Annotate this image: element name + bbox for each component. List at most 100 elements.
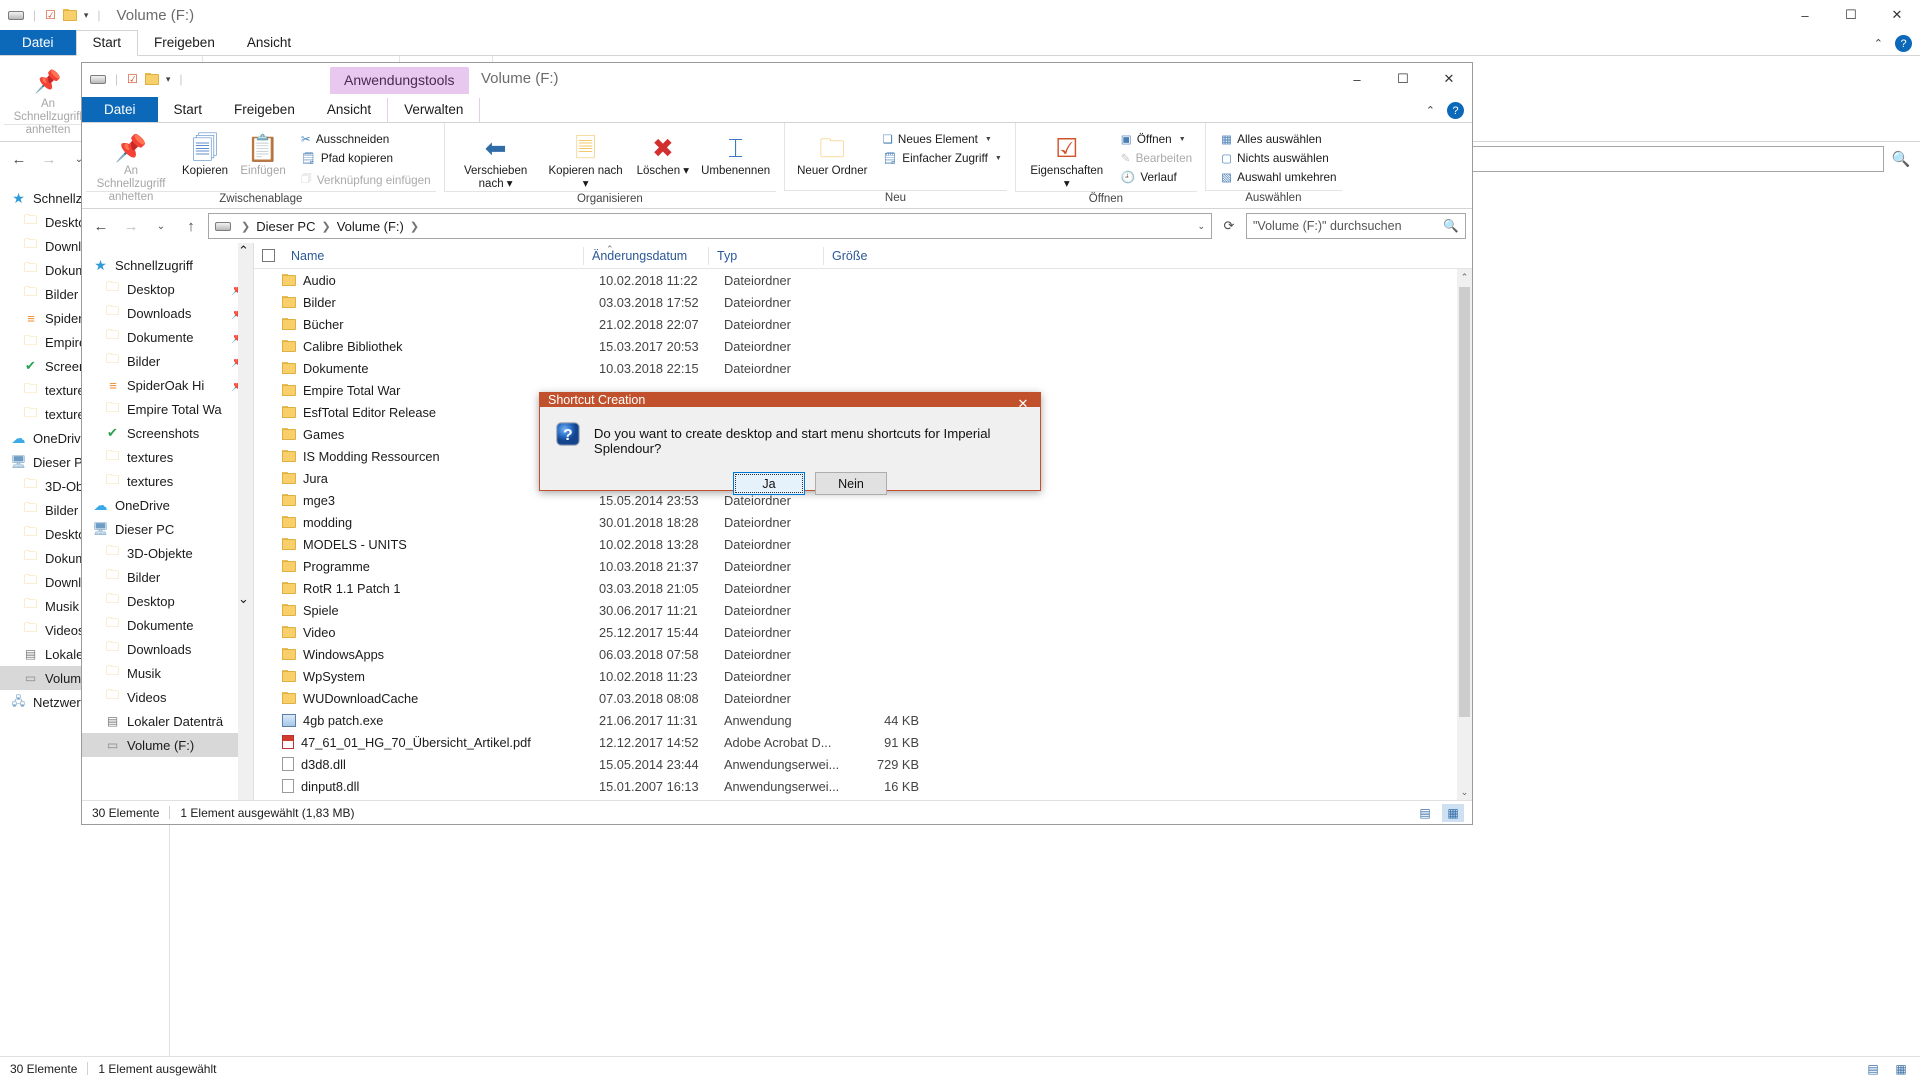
ribbon-button-nichts-auswählen[interactable]: ▢ Nichts auswählen (1216, 149, 1341, 167)
scroll-up-icon[interactable]: ⌃ (238, 243, 253, 259)
scroll-up-icon[interactable]: ⌃ (1457, 269, 1472, 285)
fg-address-bar[interactable]: ← → ⌄ ↑ ❯ Dieser PC ❯ Volume (F:) ❯ ⌄ ⟳ … (82, 209, 1472, 243)
fg-nav-scrollbar[interactable]: ⌃ ⌄ (238, 243, 253, 800)
bg-tiles-view-icon[interactable]: ▦ (1890, 1060, 1912, 1078)
nav-item-textures[interactable]: 🗀 textures (82, 445, 253, 469)
nav-item-textures[interactable]: 🗀 textures (82, 469, 253, 493)
nav-item-dieser-pc[interactable]: 🖥 Dieser PC (82, 517, 253, 541)
bg-forward-button[interactable]: → (36, 146, 62, 172)
ribbon-button-auswahl-umkehren[interactable]: ▧ Auswahl umkehren (1216, 168, 1341, 186)
fg-minimize-button[interactable]: – (1334, 63, 1380, 95)
scroll-thumb[interactable] (238, 261, 253, 591)
cell-name[interactable]: WUDownloadCache (254, 691, 599, 706)
table-row[interactable]: Programme 10.03.2018 21:37 Dateiordner (254, 555, 1472, 577)
search-icon[interactable]: 🔍 (1443, 219, 1459, 234)
ribbon-button-einfügen[interactable]: 📋 Einfügen (234, 129, 292, 180)
table-row[interactable]: dinput8.dll 15.01.2007 16:13 Anwendungserw… (254, 775, 1472, 797)
fg-up-button[interactable]: ↑ (178, 213, 204, 239)
ribbon-button-öffnen[interactable]: ▣ Öffnen ▼ (1116, 130, 1197, 148)
cell-name[interactable]: Dokumente (254, 361, 599, 376)
table-row[interactable]: d3d8.dll 15.05.2014 23:44 Anwendungserwei.… (254, 753, 1472, 775)
dialog-buttons[interactable]: Ja Nein (556, 472, 1024, 495)
bg-tab-datei[interactable]: Datei (0, 30, 76, 55)
ribbon-button-kopieren[interactable]: 🗐 Kopieren (176, 129, 234, 180)
chevron-down-icon[interactable]: ▾ (166, 74, 171, 85)
table-row[interactable]: WUDownloadCache 07.03.2018 08:08 Dateiordn… (254, 687, 1472, 709)
ribbon-button-ausschneiden[interactable]: ✂ Ausschneiden (296, 130, 436, 148)
fg-file-rows[interactable]: ⌃ ⌄ Audio 10.02.2018 11:22 Dateiordner Bild… (254, 269, 1472, 800)
bg-minimize-button[interactable]: – (1782, 0, 1828, 30)
ribbon-button-verknüpfung-einfügen[interactable]: 🗇 Verknüpfung einfügen (296, 168, 436, 192)
ribbon-button-kopieren-nach[interactable]: 🗏 Kopieren nach ▾ (541, 129, 631, 193)
fg-recent-locations-button[interactable]: ⌄ (148, 213, 174, 239)
table-row[interactable]: Audio 10.02.2018 11:22 Dateiordner (254, 269, 1472, 291)
nav-item-volume-f[interactable]: ▭ Volume (F:) (82, 733, 253, 757)
fg-refresh-button[interactable]: ⟳ (1216, 213, 1242, 239)
table-row[interactable]: MODELS - UNITS 10.02.2018 13:28 Dateiordne… (254, 533, 1472, 555)
chevron-down-icon[interactable]: ▾ (84, 10, 89, 21)
nav-item-bilder[interactable]: 🗀 Bilder (82, 565, 253, 589)
fg-column-headers[interactable]: Name Änderungsdatum Typ Größe ⌃ (254, 243, 1472, 269)
ribbon-button-alles-auswählen[interactable]: ▦ Alles auswählen (1216, 130, 1341, 148)
column-header-type[interactable]: Typ (708, 246, 823, 265)
nav-item-bilder[interactable]: 🗀Bilder📌 (82, 349, 253, 373)
fg-caption-buttons[interactable]: – ☐ ✕ (1334, 63, 1472, 95)
fg-quick-access-toolbar[interactable]: | ☑ ▾ | (90, 72, 185, 86)
column-header-size[interactable]: Größe (823, 246, 908, 265)
fg-maximize-button[interactable]: ☐ (1380, 63, 1426, 95)
cell-name[interactable]: WindowsApps (254, 647, 599, 662)
fg-back-button[interactable]: ← (88, 213, 114, 239)
table-row[interactable]: modding 30.01.2018 18:28 Dateiordner (254, 511, 1472, 533)
nav-item-dokumente[interactable]: 🗀Dokumente📌 (82, 325, 253, 349)
table-row[interactable]: RotR 1.1 Patch 1 03.03.2018 21:05 Dateiord… (254, 577, 1472, 599)
fg-file-scrollbar[interactable]: ⌃ ⌄ (1457, 269, 1472, 800)
fg-tab-verwalten[interactable]: Verwalten (387, 98, 481, 122)
nav-item-videos[interactable]: 🗀 Videos (82, 685, 253, 709)
bg-ribbon-tabs[interactable]: Datei Start Freigeben Ansicht ⌃ ? (0, 30, 1920, 56)
ribbon-button-verschieben-nach[interactable]: ⬅ Verschieben nach ▾ (451, 129, 541, 193)
bg-close-button[interactable]: ✕ (1874, 0, 1920, 30)
dialog-ja-button[interactable]: Ja (733, 472, 805, 495)
nav-item-downloads[interactable]: 🗀 Downloads (82, 637, 253, 661)
nav-item-onedrive[interactable]: ☁ OneDrive (82, 493, 253, 517)
nav-item-dokumente[interactable]: 🗀 Dokumente (82, 613, 253, 637)
nav-item-lokaler-datentr[interactable]: ▤ Lokaler Datenträ (82, 709, 253, 733)
nav-item-schnellzugriff[interactable]: ★ Schnellzugriff (82, 253, 253, 277)
bg-view-buttons[interactable]: ▤ ▦ (1862, 1060, 1912, 1078)
ribbon-button-neues-element[interactable]: ❏ Neues Element ▼ (877, 130, 1006, 148)
fg-close-button[interactable]: ✕ (1426, 63, 1472, 95)
ribbon-button-löschen[interactable]: ✖ Löschen ▾ (631, 129, 695, 180)
dialog-close-button[interactable]: ✕ (1006, 393, 1040, 415)
ribbon-button-verlauf[interactable]: 🕘 Verlauf (1116, 168, 1197, 186)
column-header-date[interactable]: Änderungsdatum (583, 246, 708, 265)
bg-back-button[interactable]: ← (6, 146, 32, 172)
ribbon-button-pfad-kopieren[interactable]: 🗒 Pfad kopieren (296, 149, 436, 167)
fg-help-icon[interactable]: ? (1447, 102, 1464, 119)
fg-details-view-icon[interactable]: ▤ (1414, 804, 1436, 822)
dialog-nein-button[interactable]: Nein (815, 472, 887, 495)
cell-name[interactable]: WpSystem (254, 669, 599, 684)
fg-file-pane[interactable]: Name Änderungsdatum Typ Größe ⌃ ⌃ ⌄ Audi… (254, 243, 1472, 800)
fg-titlebar[interactable]: | ☑ ▾ | Anwendungstools Volume (F:) – ☐ … (82, 63, 1472, 95)
fg-collapse-ribbon-icon[interactable]: ⌃ (1426, 104, 1435, 117)
nav-item-spideroak-hi[interactable]: ≡SpiderOak Hi📌 (82, 373, 253, 397)
dialog-title-bar[interactable]: Shortcut Creation ✕ (540, 393, 1040, 411)
bg-details-view-icon[interactable]: ▤ (1862, 1060, 1884, 1078)
table-row[interactable]: WindowsApps 06.03.2018 07:58 Dateiordner (254, 643, 1472, 665)
cell-name[interactable]: RotR 1.1 Patch 1 (254, 581, 599, 596)
properties-icon[interactable]: ☑ (127, 72, 138, 86)
table-row[interactable]: Calibre Bibliothek 15.03.2017 20:53 Dateio… (254, 335, 1472, 357)
bg-collapse-ribbon-icon[interactable]: ⌃ (1874, 37, 1883, 50)
ribbon-button-bearbeiten[interactable]: ✎ Bearbeiten (1116, 149, 1197, 167)
table-row[interactable]: Dokumente 10.03.2018 22:15 Dateiordner (254, 357, 1472, 379)
column-header-name[interactable]: Name (283, 247, 583, 265)
properties-icon[interactable]: ☑ (45, 8, 56, 22)
cell-name[interactable]: modding (254, 515, 599, 530)
bg-tab-start[interactable]: Start (75, 30, 139, 56)
fg-ribbon[interactable]: 📌 An Schnellzugriff anheften 🗐 Kopieren 📋 Ein… (82, 123, 1472, 209)
nav-item-3d-objekte[interactable]: 🗀 3D-Objekte (82, 541, 253, 565)
ribbon-button-einfacher-zugriff[interactable]: 🗒 Einfacher Zugriff ▼ (877, 149, 1006, 167)
scroll-down-icon[interactable]: ⌄ (238, 591, 253, 607)
nav-item-desktop[interactable]: 🗀 Desktop (82, 589, 253, 613)
bg-maximize-button[interactable]: ☐ (1828, 0, 1874, 30)
